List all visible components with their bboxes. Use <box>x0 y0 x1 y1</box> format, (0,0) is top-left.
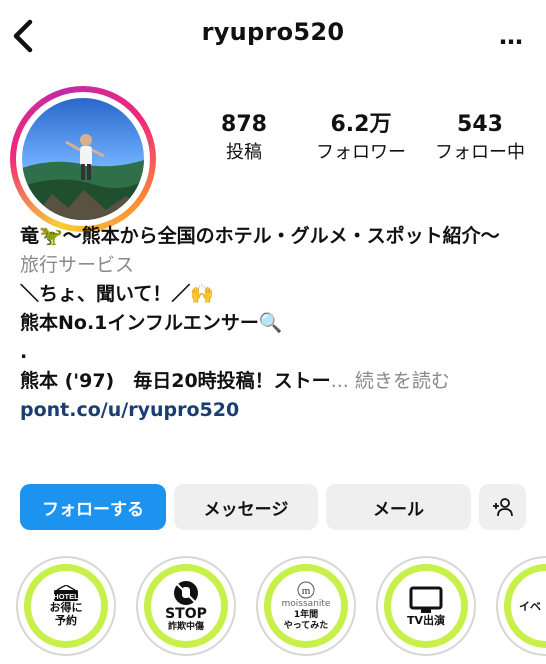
add-user-icon <box>492 498 513 517</box>
highlight-hotel[interactable]: HOTEL お得に 予約 <box>16 556 116 656</box>
profile-bio: 竜🦖～熊本から全国のホテル・グルメ・スポット紹介～ 旅行サービス ＼ちょ、聞いて… <box>20 222 530 425</box>
highlight-label: 予約 <box>55 614 77 627</box>
bio-headline: 竜🦖～熊本から全国のホテル・グルメ・スポット紹介～ <box>20 225 500 247</box>
story-highlights: HOTEL お得に 予約 STOP 詐欺中傷 m moissanite 1年間 … <box>0 556 546 664</box>
bio-line: 熊本 ('97) 毎日20時投稿！ストー <box>20 370 331 392</box>
highlight-label: 1年間 <box>293 609 319 620</box>
highlight-tv[interactable]: TV出演 <box>376 556 476 656</box>
posts-stat[interactable]: 878 投稿 <box>208 110 280 166</box>
bio-line-truncated: 熊本 ('97) 毎日20時投稿！ストー... 続きを読む <box>20 367 530 396</box>
following-count: 543 <box>457 112 503 137</box>
followers-count: 6.2万 <box>330 112 392 137</box>
profile-stats: 878 投稿 6.2万 フォロワー 543 フォロー中 <box>0 110 546 180</box>
highlight-moissanite[interactable]: m moissanite 1年間 やってみた <box>256 556 356 656</box>
hotel-sign-icon: HOTEL <box>53 585 79 601</box>
highlight-label: お得に <box>49 601 83 614</box>
suggest-users-button[interactable] <box>479 484 526 530</box>
highlight-label: 詐欺中傷 <box>167 621 204 632</box>
highlight-stop[interactable]: STOP 詐欺中傷 <box>136 556 236 656</box>
highlight-brand: moissanite <box>281 598 331 609</box>
highlight-label: やってみた <box>283 620 329 631</box>
bio-category: 旅行サービス <box>20 254 135 276</box>
posts-count: 878 <box>221 112 267 137</box>
highlight-label: イベ <box>519 599 541 613</box>
following-label: フォロー中 <box>435 142 525 163</box>
highlight-label: STOP <box>165 605 207 622</box>
message-button[interactable]: メッセージ <box>174 484 318 530</box>
bio-website-link[interactable]: pont.co/u/ryupro520 <box>20 396 530 425</box>
hotel-badge-text: HOTEL <box>53 592 79 601</box>
highlight-label: TV出演 <box>406 613 446 627</box>
email-button[interactable]: メール <box>326 484 471 530</box>
following-stat[interactable]: 543 フォロー中 <box>424 110 536 166</box>
more-options-icon[interactable]: … <box>499 22 524 50</box>
tv-icon <box>409 586 443 613</box>
posts-label: 投稿 <box>226 142 262 163</box>
follow-button[interactable]: フォローする <box>20 484 166 530</box>
bio-line: ＼ちょ、聞いて！／🙌 <box>20 283 215 305</box>
bio-line: . <box>20 341 28 363</box>
stop-hand-icon <box>174 580 198 605</box>
followers-label: フォロワー <box>316 142 406 163</box>
profile-username: ryupro520 <box>201 18 345 46</box>
svg-text:m: m <box>302 585 311 597</box>
brand-m-logo-icon: m <box>297 581 315 598</box>
top-bar: ryupro520 … <box>0 0 546 74</box>
highlight-event[interactable]: イベ <box>496 556 546 656</box>
followers-stat[interactable]: 6.2万 フォロワー <box>300 110 422 166</box>
read-more-link[interactable]: ... 続きを読む <box>331 370 450 392</box>
bio-line: 熊本No.1インフルエンサー🔍 <box>20 312 283 334</box>
